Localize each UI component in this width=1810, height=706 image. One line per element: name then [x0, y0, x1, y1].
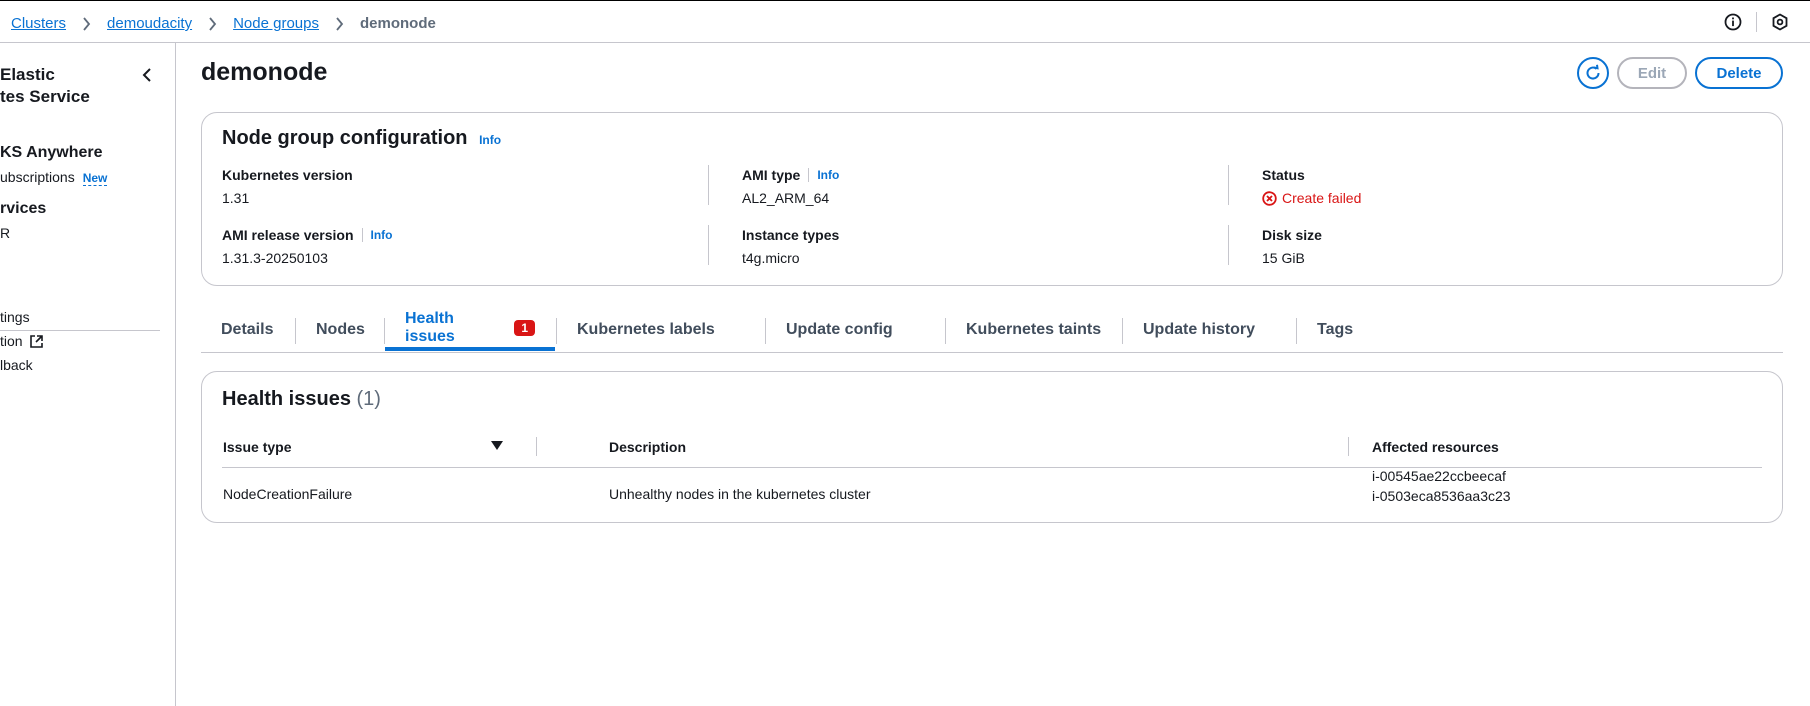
resource-id: i-0503eca8536aa3c23 — [1372, 488, 1511, 504]
sidebar-title: Elastic tes Service — [0, 65, 90, 106]
new-badge: New — [82, 171, 108, 186]
sidebar-item-settings[interactable]: tings — [0, 309, 30, 325]
divider — [1756, 12, 1757, 32]
column-divider — [708, 165, 709, 205]
health-issues-card: Health issues (1) Issue type Description… — [201, 371, 1783, 523]
kubernetes-version: Kubernetes version 1.31 — [222, 167, 353, 206]
status: Status Create failed — [1262, 167, 1362, 206]
tab-kubernetes-labels[interactable]: Kubernetes labels — [557, 308, 735, 351]
error-circle-icon — [1262, 190, 1277, 206]
column-divider — [1228, 165, 1229, 205]
column-divider — [1228, 225, 1229, 265]
breadcrumb: Clusters demoudacity Node groups demonod… — [11, 15, 436, 32]
breadcrumb-demoudacity[interactable]: demoudacity — [107, 15, 192, 32]
ami-release-version: AMI release version Info 1.31.3-20250103 — [222, 227, 393, 266]
header-divider — [222, 467, 1762, 468]
top-icons — [1723, 12, 1790, 32]
top-bar: Clusters demoudacity Node groups demonod… — [0, 0, 1810, 43]
info-link[interactable]: Info — [817, 168, 839, 182]
column-header-affected-resources: Affected resources — [1372, 439, 1499, 455]
column-header-description: Description — [609, 439, 687, 455]
tab-nodes[interactable]: Nodes — [296, 308, 385, 351]
instance-types: Instance types t4g.micro — [742, 227, 840, 266]
edit-button[interactable]: Edit — [1617, 57, 1687, 89]
collapse-sidebar-icon[interactable] — [137, 65, 157, 85]
tab-kubernetes-taints[interactable]: Kubernetes taints — [946, 308, 1121, 351]
health-issues-count-badge: 1 — [514, 319, 535, 336]
column-header-issue-type[interactable]: Issue type — [223, 439, 503, 455]
sidebar-item-subscriptions[interactable]: ubscriptions New — [0, 169, 108, 186]
health-issues-count: (1) — [356, 388, 381, 410]
issue-type-cell: NodeCreationFailure — [223, 486, 353, 502]
status-badge: Create failed — [1262, 190, 1361, 206]
sidebar-item-feedback[interactable]: lback — [0, 357, 33, 373]
breadcrumb-current: demonode — [359, 15, 436, 32]
external-link-icon — [29, 334, 44, 349]
refresh-icon — [1584, 64, 1602, 82]
sidebar-item-documentation[interactable]: tion — [0, 333, 44, 349]
refresh-button[interactable] — [1577, 57, 1609, 89]
sort-descending-icon — [491, 441, 503, 455]
health-issues-title: Health issues (1) — [222, 388, 381, 410]
info-link[interactable]: Info — [371, 228, 393, 242]
sidebar-item-services[interactable]: R — [0, 225, 10, 241]
breadcrumb-node-groups[interactable]: Node groups — [233, 15, 319, 32]
column-divider — [708, 225, 709, 265]
main-content: demonode Edit Delete Node group configur… — [176, 43, 1810, 706]
description-cell: Unhealthy nodes in the kubernetes cluste… — [609, 486, 871, 502]
chevron-right-icon — [335, 16, 344, 31]
sidebar-section-services[interactable]: rvices — [0, 200, 46, 218]
settings-hexagon-icon[interactable] — [1770, 12, 1790, 32]
column-resizer[interactable] — [536, 437, 537, 456]
ami-type: AMI type Info AL2_ARM_64 — [742, 167, 840, 206]
tab-update-config[interactable]: Update config — [766, 308, 913, 351]
node-group-configuration-card: Node group configuration Info Kubernetes… — [201, 112, 1783, 286]
sidebar-divider — [0, 330, 160, 331]
chevron-right-icon — [82, 16, 91, 31]
disk-size: Disk size 15 GiB — [1262, 227, 1322, 266]
config-title: Node group configuration Info — [222, 127, 502, 149]
tab-health-issues[interactable]: Health issues 1 — [385, 308, 555, 351]
resource-id: i-00545ae22ccbeecaf — [1372, 468, 1506, 484]
delete-button[interactable]: Delete — [1695, 57, 1783, 89]
page-title: demonode — [201, 58, 328, 86]
tab-update-history[interactable]: Update history — [1123, 308, 1275, 351]
chevron-right-icon — [208, 16, 217, 31]
breadcrumb-clusters[interactable]: Clusters — [11, 15, 66, 32]
info-circle-icon[interactable] — [1723, 12, 1743, 32]
sidebar: Elastic tes Service KS Anywhere ubscript… — [0, 43, 176, 706]
tab-tags[interactable]: Tags — [1297, 308, 1373, 351]
affected-resources-cell: i-00545ae22ccbeecaf i-0503eca8536aa3c23 — [1372, 466, 1511, 506]
sidebar-section-anywhere[interactable]: KS Anywhere — [0, 144, 103, 162]
column-resizer[interactable] — [1348, 437, 1349, 456]
tabs: Details Nodes Health issues 1 Kubernetes… — [201, 308, 1783, 353]
info-link[interactable]: Info — [479, 133, 501, 147]
tab-details[interactable]: Details — [201, 308, 293, 351]
